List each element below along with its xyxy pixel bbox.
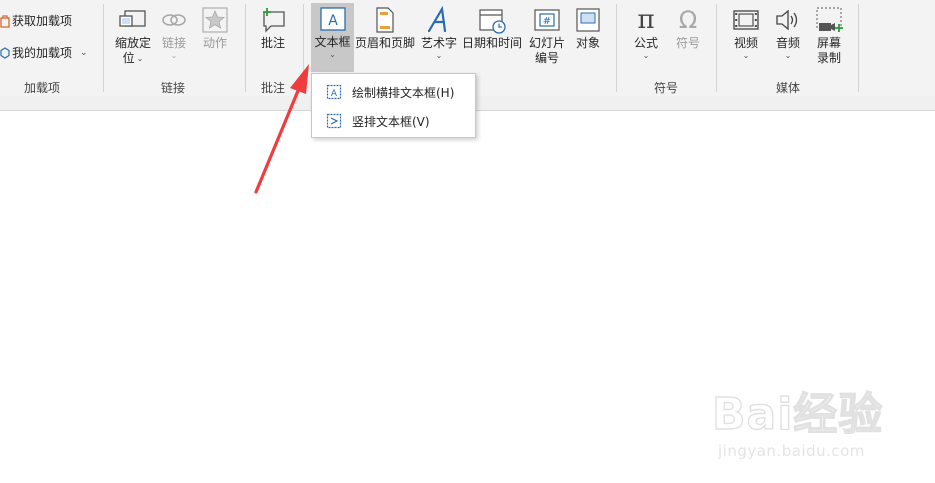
object-label: 对象 — [575, 36, 600, 50]
datetime-button[interactable]: 日期和时间 — [462, 4, 522, 51]
svg-text:A: A — [328, 13, 338, 29]
symbol-label: 符号 — [675, 36, 700, 50]
watermark-url: jingyan.baidu.com — [718, 442, 865, 460]
separator — [716, 4, 717, 92]
action-button[interactable]: 动作 — [197, 4, 233, 51]
store-icon — [0, 14, 10, 28]
chevron-down-icon: ⌄ — [642, 51, 650, 60]
video-label: 视频 — [733, 36, 758, 50]
chevron-down-icon: ⌄ — [742, 51, 750, 60]
textbox-icon: A — [316, 3, 350, 35]
slide-number-label-2: 编号 — [534, 51, 559, 65]
pi-icon: π — [637, 5, 655, 35]
group-label-symbols: 符号 — [653, 81, 678, 95]
menu-item-label: 绘制横排文本框(H) — [352, 85, 455, 100]
comment-label: 批注 — [260, 36, 285, 50]
header-footer-label: 页眉和页脚 — [355, 36, 416, 50]
wordart-label: 艺术字 — [420, 36, 457, 50]
object-icon — [571, 4, 605, 36]
my-addins-label: 我的加载项 — [12, 46, 73, 60]
slide-number-icon: # — [530, 4, 564, 36]
chevron-down-icon: ⌄ — [435, 51, 443, 60]
chevron-down-icon: ⌄ — [329, 50, 336, 59]
equation-button[interactable]: π 公式 ⌄ — [626, 4, 666, 60]
textbox-button[interactable]: A 文本框 ⌄ — [311, 3, 354, 72]
get-addins-button[interactable]: 获取加载项 — [0, 12, 72, 29]
separator — [245, 4, 246, 92]
chevron-down-icon: ⌄ — [80, 47, 88, 58]
separator — [103, 4, 104, 92]
hexagon-icon — [0, 46, 10, 60]
video-button[interactable]: 视频 ⌄ — [726, 4, 766, 60]
get-addins-label: 获取加载项 — [12, 14, 73, 28]
menu-item-vertical-textbox[interactable]: 竖排文本框(V) — [312, 108, 475, 134]
link-button[interactable]: 链接 ⌄ — [156, 4, 192, 60]
speaker-icon — [771, 4, 805, 36]
slide-number-label: 幻灯片 — [528, 36, 565, 50]
object-button[interactable]: 对象 — [570, 4, 606, 51]
textbox-dropdown-menu: A 绘制横排文本框(H) 竖排文本框(V) — [311, 73, 476, 138]
group-label-comments: 批注 — [260, 81, 285, 95]
action-label: 动作 — [202, 36, 227, 50]
svg-text:#: # — [543, 16, 551, 27]
chevron-down-icon: ⌄ — [136, 54, 144, 63]
watermark: Bai经验 jingyan.baidu.com — [711, 378, 932, 468]
zoom-label: 缩放定 — [114, 36, 151, 50]
chevron-down-icon: ⌄ — [170, 51, 178, 60]
slide-number-button[interactable]: # 幻灯片 编号 — [526, 4, 568, 66]
audio-label: 音频 — [775, 36, 800, 50]
horizontal-textbox-icon: A — [326, 84, 342, 100]
vertical-textbox-icon — [326, 113, 342, 129]
group-label-links: 链接 — [160, 81, 185, 95]
comment-button[interactable]: 批注 — [254, 4, 292, 51]
textbox-label: 文本框 — [314, 35, 351, 49]
wordart-icon — [422, 4, 456, 36]
screen-record-button[interactable]: 屏幕 录制 — [810, 4, 848, 66]
chevron-down-icon: ⌄ — [784, 51, 792, 60]
zoom-label-2: 位 — [122, 51, 135, 65]
svg-text:A: A — [331, 89, 338, 99]
wordart-button[interactable]: 艺术字 ⌄ — [418, 4, 460, 60]
audio-button[interactable]: 音频 ⌄ — [770, 4, 806, 60]
group-label-media: 媒体 — [775, 81, 800, 95]
watermark-brand: Bai经验 — [711, 388, 884, 440]
equation-label: 公式 — [633, 36, 658, 50]
group-label-addins: 加载项 — [23, 81, 60, 95]
star-icon — [198, 4, 232, 36]
separator — [303, 4, 304, 92]
separator — [858, 4, 859, 92]
screen-record-label-2: 录制 — [816, 51, 841, 65]
zoom-icon — [116, 4, 150, 36]
link-label: 链接 — [161, 36, 186, 50]
header-footer-button[interactable]: 页眉和页脚 — [355, 4, 416, 51]
screen-record-label: 屏幕 — [816, 36, 841, 50]
separator — [616, 4, 617, 92]
link-icon — [157, 4, 191, 36]
screen-record-icon — [812, 4, 846, 36]
menu-item-label: 竖排文本框(V) — [352, 114, 430, 129]
film-icon — [729, 4, 763, 36]
omega-icon: Ω — [678, 6, 698, 34]
comment-icon — [256, 4, 290, 36]
symbol-button[interactable]: Ω 符号 — [668, 4, 708, 51]
calendar-icon — [475, 4, 509, 36]
header-footer-icon — [368, 4, 402, 36]
my-addins-button[interactable]: 我的加载项 ⌄ — [0, 44, 88, 61]
datetime-label: 日期和时间 — [462, 36, 523, 50]
zoom-button[interactable]: 缩放定 位 ⌄ — [112, 4, 154, 66]
menu-item-horizontal-textbox[interactable]: A 绘制横排文本框(H) — [312, 79, 475, 105]
